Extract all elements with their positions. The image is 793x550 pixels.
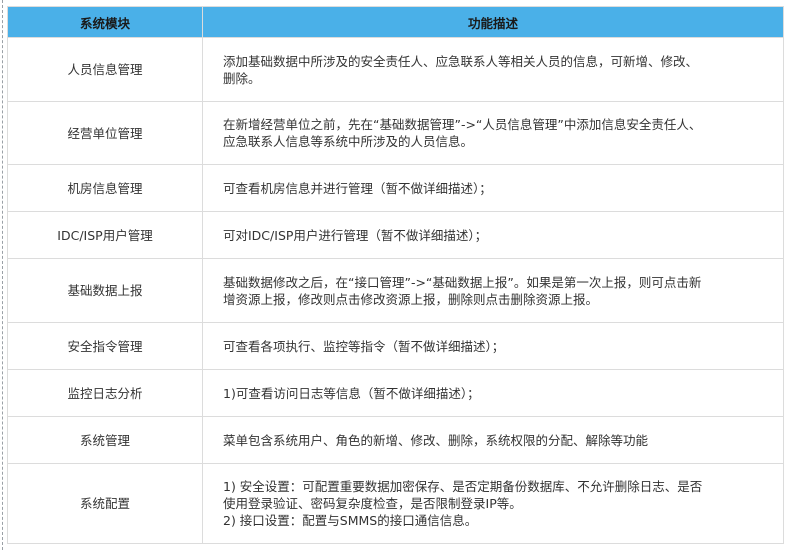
module-function-table: 系统模块 功能描述 人员信息管理 添加基础数据中所涉及的安全责任人、应急联系人等… xyxy=(7,6,784,544)
table-row: IDC/ISP用户管理 可对IDC/ISP用户进行管理（暂不做详细描述）； xyxy=(7,211,784,259)
description-line: 可对IDC/ISP用户进行管理（暂不做详细描述）； xyxy=(223,227,488,243)
table-row: 经营单位管理 在新增经营单位之前，先在“基础数据管理”->“人员信息管理”中添加… xyxy=(7,101,784,165)
description-line: 删除。 xyxy=(223,70,261,86)
module-name: 人员信息管理 xyxy=(7,37,203,102)
module-name: 机房信息管理 xyxy=(7,164,203,212)
description-line: 可查看机房信息并进行管理（暂不做详细描述）； xyxy=(223,180,492,196)
table-row: 基础数据上报 基础数据修改之后，在“接口管理”->“基础数据上报”。如果是第一次… xyxy=(7,258,784,323)
module-name: 基础数据上报 xyxy=(7,258,203,323)
module-description: 1)可查看访问日志等信息（暂不做详细描述）； xyxy=(202,369,784,417)
module-name: 安全指令管理 xyxy=(7,322,203,370)
document-page: 系统模块 功能描述 人员信息管理 添加基础数据中所涉及的安全责任人、应急联系人等… xyxy=(0,0,793,550)
module-description: 在新增经营单位之前，先在“基础数据管理”->“人员信息管理”中添加信息安全责任人… xyxy=(202,101,784,165)
module-description: 菜单包含系统用户、角色的新增、修改、删除，系统权限的分配、解除等功能 xyxy=(202,416,784,464)
module-name: IDC/ISP用户管理 xyxy=(7,211,203,259)
module-name: 系统管理 xyxy=(7,416,203,464)
description-line: 增资源上报，修改则点击修改资源上报，删除则点击删除资源上报。 xyxy=(223,291,599,307)
description-line: 基础数据修改之后，在“接口管理”->“基础数据上报”。如果是第一次上报，则可点击… xyxy=(223,274,702,290)
table-row: 系统管理 菜单包含系统用户、角色的新增、修改、删除，系统权限的分配、解除等功能 xyxy=(7,416,784,464)
description-line: 使用登录验证、密码复杂度检查，是否限制登录IP等。 xyxy=(223,496,522,511)
module-description: 1) 安全设置：可配置重要数据加密保存、是否定期备份数据库、不允许删除日志、是否… xyxy=(202,463,784,544)
header-description: 功能描述 xyxy=(202,6,784,38)
table-row: 安全指令管理 可查看各项执行、监控等指令（暂不做详细描述）； xyxy=(7,322,784,370)
module-name: 监控日志分析 xyxy=(7,369,203,417)
description-line: 菜单包含系统用户、角色的新增、修改、删除，系统权限的分配、解除等功能 xyxy=(223,432,649,448)
module-description: 添加基础数据中所涉及的安全责任人、应急联系人等相关人员的信息，可新增、修改、 删… xyxy=(202,37,784,102)
description-line: 在新增经营单位之前，先在“基础数据管理”->“人员信息管理”中添加信息安全责任人… xyxy=(223,117,702,132)
description-line: 可查看各项执行、监控等指令（暂不做详细描述）； xyxy=(223,338,505,354)
description-line: 应急联系人信息等系统中所涉及的人员信息。 xyxy=(223,134,474,149)
module-description: 可对IDC/ISP用户进行管理（暂不做详细描述）； xyxy=(202,211,784,259)
description-line: 2) 接口设置：配置与SMMS的接口通信信息。 xyxy=(223,513,478,528)
table-row: 人员信息管理 添加基础数据中所涉及的安全责任人、应急联系人等相关人员的信息，可新… xyxy=(7,37,784,102)
table-row: 监控日志分析 1)可查看访问日志等信息（暂不做详细描述）； xyxy=(7,369,784,417)
module-description: 基础数据修改之后，在“接口管理”->“基础数据上报”。如果是第一次上报，则可点击… xyxy=(202,258,784,323)
module-name: 经营单位管理 xyxy=(7,101,203,165)
header-module: 系统模块 xyxy=(7,6,203,38)
description-line: 1) 安全设置：可配置重要数据加密保存、是否定期备份数据库、不允许删除日志、是否 xyxy=(223,479,703,494)
description-line: 添加基础数据中所涉及的安全责任人、应急联系人等相关人员的信息，可新增、修改、 xyxy=(223,53,699,69)
table-row: 系统配置 1) 安全设置：可配置重要数据加密保存、是否定期备份数据库、不允许删除… xyxy=(7,463,784,544)
page-margin-rule xyxy=(2,0,3,550)
module-description: 可查看机房信息并进行管理（暂不做详细描述）； xyxy=(202,164,784,212)
description-line: 1)可查看访问日志等信息（暂不做详细描述）； xyxy=(223,385,480,401)
module-name: 系统配置 xyxy=(7,463,203,544)
table-header-row: 系统模块 功能描述 xyxy=(7,6,784,38)
table-row: 机房信息管理 可查看机房信息并进行管理（暂不做详细描述）； xyxy=(7,164,784,212)
module-description: 可查看各项执行、监控等指令（暂不做详细描述）； xyxy=(202,322,784,370)
